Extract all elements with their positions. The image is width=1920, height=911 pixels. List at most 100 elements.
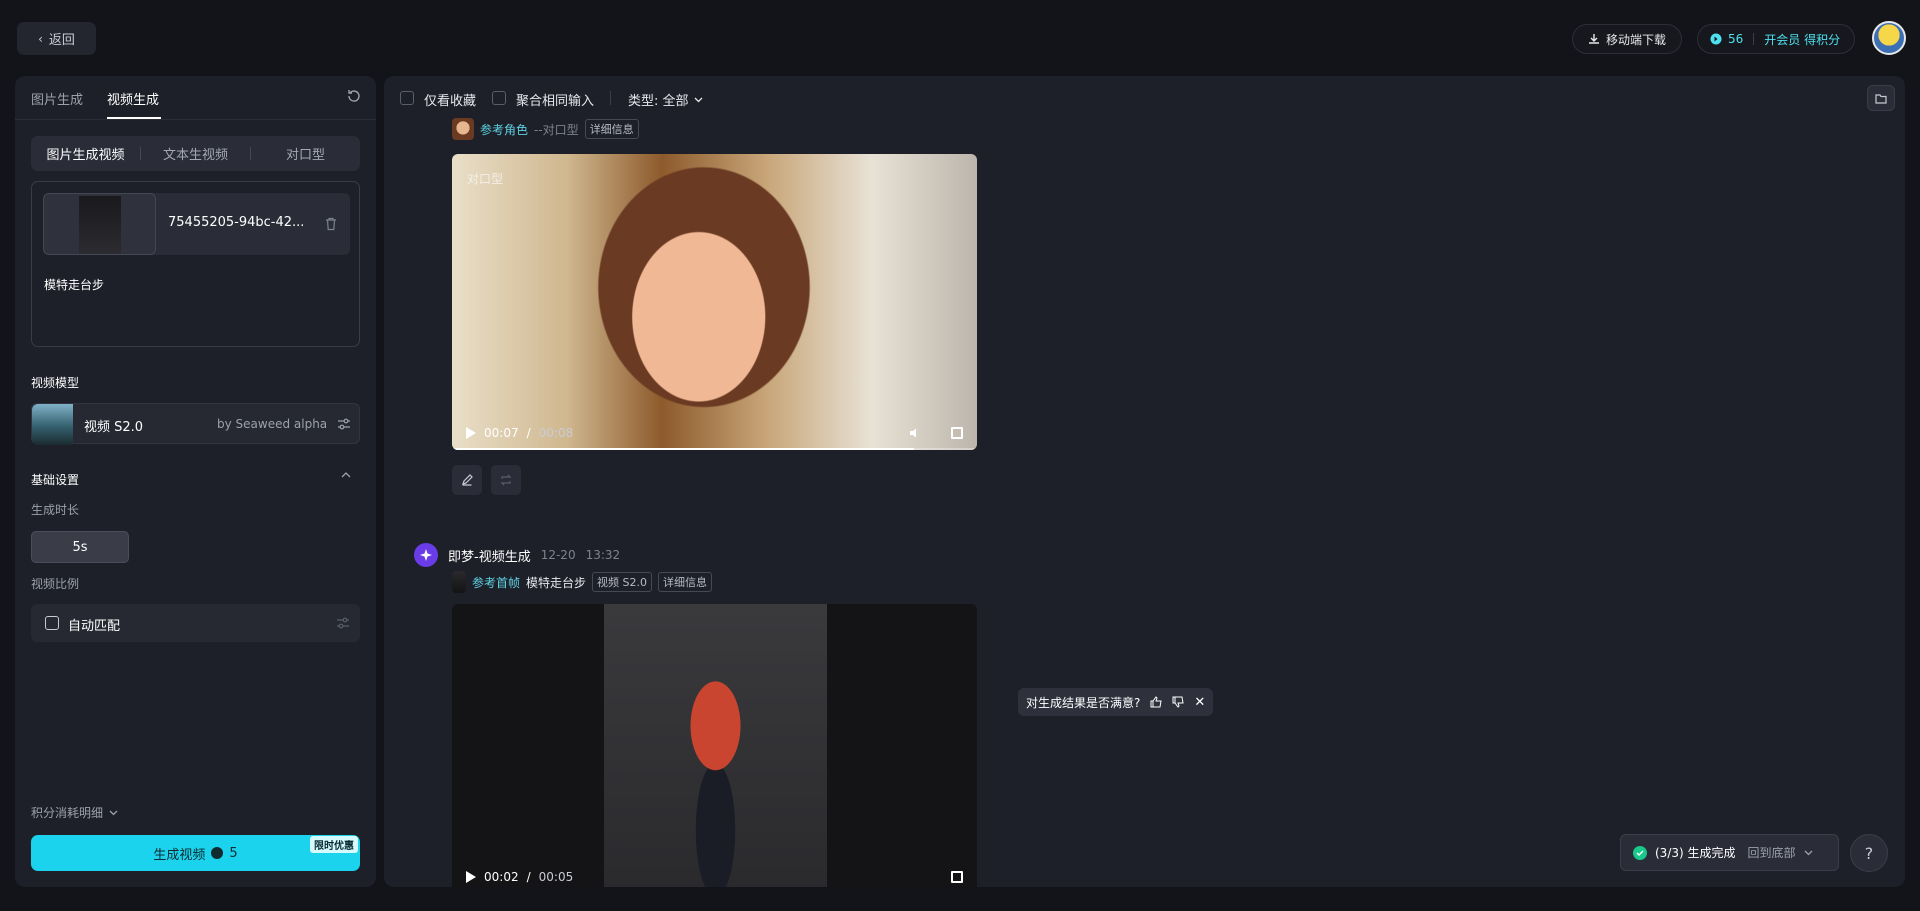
prompt-text: 模特走台步 — [526, 575, 587, 590]
ratio-value: 自动匹配 — [68, 619, 121, 634]
merge-inputs-label[interactable]: 聚合相同输入 — [516, 90, 594, 109]
download-label: 移动端下载 — [1605, 32, 1666, 47]
thumbs-down-icon[interactable] — [1172, 696, 1184, 708]
sliders-icon[interactable] — [336, 617, 350, 629]
job-time: 13:32 — [585, 548, 621, 562]
user-avatar[interactable] — [1872, 21, 1906, 55]
total-time: 00:08 — [538, 426, 574, 440]
play-icon[interactable] — [466, 871, 476, 883]
uploaded-file-card: 75455205-94bc-42... — [43, 193, 350, 255]
reference-thumbnail[interactable] — [452, 571, 466, 593]
trash-icon[interactable] — [325, 217, 337, 231]
refresh-icon[interactable] — [346, 88, 362, 104]
mobile-download-button[interactable]: 移动端下载 — [1572, 24, 1682, 54]
folder-icon — [1875, 93, 1887, 104]
segment-text-to-video[interactable]: 文本生视频 — [141, 144, 250, 163]
video-player[interactable]: 00:02 / 00:05 — [452, 604, 977, 887]
model-section-title: 视频模型 — [31, 376, 80, 390]
close-icon[interactable]: ✕ — [1194, 695, 1205, 710]
chevron-down-icon — [1804, 850, 1812, 855]
coin-icon — [1710, 33, 1722, 45]
aspect-ratio-icon — [45, 616, 59, 630]
model-provider: by Seaweed alpha — [217, 417, 328, 431]
video-controls: 00:02 / 00:05 — [452, 860, 977, 887]
volume-icon[interactable] — [909, 428, 921, 438]
segment-lip-sync[interactable]: 对口型 — [251, 144, 360, 163]
model-name: 视频 S2.0 — [84, 420, 144, 435]
total-time: 00:05 — [538, 870, 574, 884]
generation-tabs: 图片生成 视频生成 — [15, 76, 376, 120]
reference-avatar[interactable] — [452, 118, 474, 140]
divider — [610, 91, 611, 105]
video-frame — [604, 604, 827, 887]
merge-inputs-checkbox[interactable] — [492, 91, 506, 105]
file-name: 75455205-94bc-42... — [168, 215, 305, 230]
sliders-icon[interactable] — [337, 418, 351, 430]
basic-settings-title: 基础设置 — [31, 473, 80, 487]
credits-count: 56 — [1728, 32, 1744, 46]
ratio-label: 视频比例 — [31, 577, 80, 591]
favorites-checkbox[interactable] — [400, 91, 414, 105]
chevron-down-icon — [694, 97, 702, 102]
detail-info-button[interactable]: 详细信息 — [584, 119, 639, 139]
reference-tag: 参考首帧 — [472, 575, 521, 590]
job-date: 12-20 — [540, 548, 576, 562]
thumbnail-image — [79, 196, 121, 254]
current-time: 00:02 — [484, 870, 519, 884]
folder-button[interactable] — [1867, 85, 1895, 111]
favorites-label[interactable]: 仅看收藏 — [424, 90, 476, 109]
left-panel: 图片生成 视频生成 图片生成视频 文本生视频 对口型 75455205-94bc… — [15, 76, 376, 887]
type-filter-label: 类型: 全部 — [628, 94, 689, 109]
pencil-icon — [462, 474, 473, 486]
thumbs-up-icon[interactable] — [1150, 696, 1162, 708]
job-header: 即梦-视频生成 12-20 13:32 — [414, 543, 620, 567]
scroll-to-bottom-link[interactable]: 回到底部 — [1748, 844, 1796, 861]
back-label: 返回 — [48, 33, 75, 48]
generate-cost: 5 — [229, 845, 238, 861]
model-thumbnail — [32, 404, 73, 445]
generate-video-button[interactable]: 生成视频 5 限时优惠 — [31, 835, 360, 871]
generate-label: 生成视频 — [153, 847, 206, 863]
tab-video-generation[interactable]: 视频生成 — [107, 89, 159, 108]
promo-badge: 限时优惠 — [310, 836, 358, 853]
feedback-popover: 对生成结果是否满意? ✕ — [1018, 688, 1214, 716]
reference-row: 参考角色 --对口型 详细信息 — [452, 118, 639, 140]
vip-link[interactable]: 开会员 得积分 — [1764, 31, 1840, 48]
segment-image-to-video[interactable]: 图片生成视频 — [31, 144, 140, 163]
play-icon[interactable] — [466, 427, 476, 439]
duration-option-5s[interactable]: 5s — [31, 531, 129, 563]
chevron-up-icon[interactable] — [341, 472, 351, 478]
video-controls: 00:07 / 00:08 — [452, 416, 977, 450]
type-filter-dropdown[interactable]: 类型: 全部 — [628, 90, 703, 109]
help-button[interactable]: ? — [1850, 834, 1888, 872]
back-button[interactable]: ‹ 返回 — [17, 22, 96, 55]
file-thumbnail[interactable] — [43, 193, 156, 255]
feedback-question: 对生成结果是否满意? — [1026, 695, 1141, 710]
chevron-down-icon — [109, 810, 118, 815]
download-icon — [1588, 34, 1599, 44]
jimeng-logo-icon — [414, 543, 438, 567]
time-separator: / — [526, 426, 531, 440]
repeat-icon — [500, 474, 512, 486]
video-player[interactable]: 对口型 00:07 / 00:08 — [452, 154, 977, 450]
detail-info-button[interactable]: 详细信息 — [658, 572, 713, 592]
reference-tag: 参考角色 — [480, 122, 529, 137]
regenerate-button[interactable] — [491, 465, 521, 495]
tab-image-generation[interactable]: 图片生成 — [31, 89, 83, 108]
current-time: 00:07 — [484, 426, 519, 440]
mode-segmented-control: 图片生成视频 文本生视频 对口型 — [31, 136, 360, 171]
cost-detail-toggle[interactable]: 积分消耗明细 — [31, 804, 118, 821]
check-circle-icon — [1633, 845, 1647, 860]
edit-button[interactable] — [452, 465, 482, 495]
prompt-text[interactable]: 模特走台步 — [44, 276, 104, 293]
active-tab-indicator — [107, 117, 161, 119]
model-chip: 视频 S2.0 — [592, 572, 653, 592]
ratio-selector[interactable]: 自动匹配 — [31, 604, 360, 642]
fullscreen-icon[interactable] — [951, 427, 963, 439]
model-selector[interactable]: 视频 S2.0 by Seaweed alpha — [31, 403, 360, 445]
cost-detail-label: 积分消耗明细 — [31, 806, 104, 820]
upload-box[interactable]: 75455205-94bc-42... 模特走台步 — [31, 181, 360, 347]
credits-pill[interactable]: 56 开会员 得积分 — [1697, 24, 1855, 54]
results-panel: 仅看收藏 聚合相同输入 类型: 全部 参考角色 --对口型 详细信息 对口型 0… — [384, 76, 1905, 887]
fullscreen-icon[interactable] — [951, 871, 963, 883]
